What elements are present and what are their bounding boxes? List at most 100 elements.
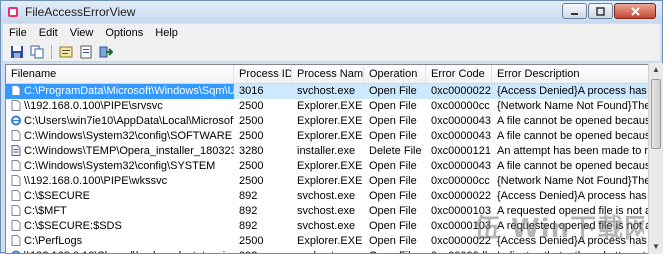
- cell-text: 2500: [239, 115, 263, 127]
- cell-process-id: 2500: [234, 174, 292, 189]
- cell-text: Open File: [369, 130, 417, 142]
- cell-process-id: 2500: [234, 234, 292, 249]
- cell-process-name: installer.exe: [292, 144, 364, 159]
- copy-button[interactable]: [29, 44, 45, 60]
- menu-help[interactable]: Help: [149, 27, 184, 39]
- vertical-scrollbar[interactable]: ▲ ▼: [648, 63, 663, 254]
- cell-text: Open File: [369, 175, 417, 187]
- cell-text: 0xc00000db: [431, 250, 491, 254]
- cell-error-code: 0xc00000cc: [426, 174, 492, 189]
- cell-operation: Open File: [364, 99, 426, 114]
- cell-text: {Network Name Not Found}The spe: [497, 100, 651, 112]
- cell-process-name: Explorer.EXE: [292, 159, 364, 174]
- cell-text: C:\Users\win7ie10\AppData\Local\Microsof…: [24, 115, 234, 127]
- cell-text: 2500: [239, 100, 263, 112]
- column-header-error-code[interactable]: Error Code: [426, 65, 492, 83]
- cell-process-id: 892: [234, 249, 292, 254]
- column-header-process-name[interactable]: Process Name: [292, 65, 364, 83]
- cell-operation: Open File: [364, 234, 426, 249]
- cell-filename: C:\ProgramData\Microsoft\Windows\Sqm\Upl…: [6, 84, 234, 99]
- cell-text: 0xc00000cc: [431, 100, 490, 112]
- cell-operation: Open File: [364, 219, 426, 234]
- table-row[interactable]: C:\Windows\TEMP\Opera_installer_18032310…: [6, 144, 651, 159]
- cell-operation: Delete File: [364, 144, 426, 159]
- cell-process-id: 892: [234, 189, 292, 204]
- cell-text: {Network Name Not Found}The spe: [497, 175, 651, 187]
- cell-text: Open File: [369, 205, 417, 217]
- table-row[interactable]: C:\Users\win7ie10\AppData\Local\Microsof…: [6, 114, 651, 129]
- title-bar[interactable]: FileAccessErrorView: [1, 1, 662, 23]
- table-row[interactable]: C:\$SECURE892svchost.exeOpen File0xc0000…: [6, 189, 651, 204]
- file-icon: [11, 190, 21, 201]
- properties-button[interactable]: [58, 44, 74, 60]
- cell-text: C:\$SECURE:$SDS: [24, 220, 122, 232]
- file-icon: [11, 220, 21, 231]
- cell-text: Explorer.EXE: [297, 175, 362, 187]
- close-button[interactable]: [614, 3, 656, 19]
- exit-button[interactable]: [98, 44, 114, 60]
- cell-text: 0xc0000121: [431, 145, 491, 157]
- cell-process-name: Explorer.EXE: [292, 174, 364, 189]
- scroll-up-icon[interactable]: ▲: [650, 63, 662, 77]
- table-row[interactable]: \\192.168.0.100\PIPE\srvsvc2500Explorer.…: [6, 99, 651, 114]
- cell-text: 0xc0000043: [431, 160, 491, 172]
- cell-text: Explorer.EXE: [297, 160, 362, 172]
- list-header: Filename Process ID Process Name Operati…: [6, 65, 651, 84]
- cell-operation: Open File: [364, 189, 426, 204]
- menu-file[interactable]: File: [3, 27, 33, 39]
- cell-error-description: A file cannot be opened because the: [492, 129, 651, 144]
- menu-edit[interactable]: Edit: [33, 27, 64, 39]
- cell-error-code: 0xc0000121: [426, 144, 492, 159]
- column-header-operation[interactable]: Operation: [364, 65, 426, 83]
- cell-text: 892: [239, 205, 257, 217]
- cell-operation: Open File: [364, 84, 426, 99]
- cell-filename: C:\$SECURE: [6, 189, 234, 204]
- cell-filename: C:\PerfLogs: [6, 234, 234, 249]
- cell-text: 2500: [239, 175, 263, 187]
- cell-error-code: 0xc0000043: [426, 129, 492, 144]
- table-row[interactable]: C:\ProgramData\Microsoft\Windows\Sqm\Upl…: [6, 84, 651, 99]
- file-icon: [11, 160, 21, 171]
- cell-text: C:\Windows\System32\config\SOFTWARE: [24, 130, 232, 142]
- cell-operation: Open File: [364, 174, 426, 189]
- table-row[interactable]: C:\Windows\System32\config\SYSTEM2500Exp…: [6, 159, 651, 174]
- menu-view[interactable]: View: [64, 27, 100, 39]
- save-button[interactable]: [9, 44, 25, 60]
- scroll-thumb[interactable]: [651, 79, 661, 149]
- menu-options[interactable]: Options: [99, 27, 149, 39]
- table-row[interactable]: \\192.168.0.10\Shared\keyboard_state_vie…: [6, 249, 651, 254]
- maximize-button[interactable]: [588, 3, 613, 19]
- table-row[interactable]: C:\Windows\System32\config\SOFTWARE2500E…: [6, 129, 651, 144]
- table-row[interactable]: \\192.168.0.100\PIPE\wkssvc2500Explorer.…: [6, 174, 651, 189]
- html-report-button[interactable]: [78, 44, 94, 60]
- cell-error-code: 0xc0000043: [426, 159, 492, 174]
- cell-process-id: 2500: [234, 99, 292, 114]
- cell-operation: Open File: [364, 249, 426, 254]
- cell-text: C:\$MFT: [24, 205, 67, 217]
- cell-filename: C:\$SECURE:$SDS: [6, 219, 234, 234]
- cell-text: \\192.168.0.100\PIPE\srvsvc: [24, 100, 163, 112]
- cell-error-description: A file cannot be opened because the: [492, 159, 651, 174]
- cell-process-name: svchost.exe: [292, 249, 364, 254]
- cell-error-description: An attempt has been made to remov: [492, 144, 651, 159]
- cell-text: 0xc0000022: [431, 190, 491, 202]
- menu-bar: File Edit View Options Help: [3, 24, 660, 42]
- scroll-down-icon[interactable]: ▼: [650, 240, 662, 254]
- app-icon: [7, 6, 19, 18]
- cell-operation: Open File: [364, 159, 426, 174]
- cell-process-name: Explorer.EXE: [292, 234, 364, 249]
- cell-text: svchost.exe: [297, 220, 355, 232]
- exit-icon: [99, 45, 113, 59]
- doc-icon: [11, 145, 21, 156]
- cell-error-code: 0xc0000022: [426, 189, 492, 204]
- column-header-error-description[interactable]: Error Description: [492, 65, 651, 83]
- column-header-process-id[interactable]: Process ID: [234, 65, 292, 83]
- cell-text: C:\PerfLogs: [24, 235, 82, 247]
- cell-error-description: {Access Denied}A process has reque: [492, 84, 651, 99]
- column-header-filename[interactable]: Filename: [6, 65, 234, 83]
- cell-filename: C:\Windows\TEMP\Opera_installer_18032310…: [6, 144, 234, 159]
- cell-text: 892: [239, 220, 257, 232]
- ie-icon: [11, 115, 21, 126]
- cell-text: A file cannot be opened because the: [497, 160, 651, 172]
- minimize-button[interactable]: [562, 3, 587, 19]
